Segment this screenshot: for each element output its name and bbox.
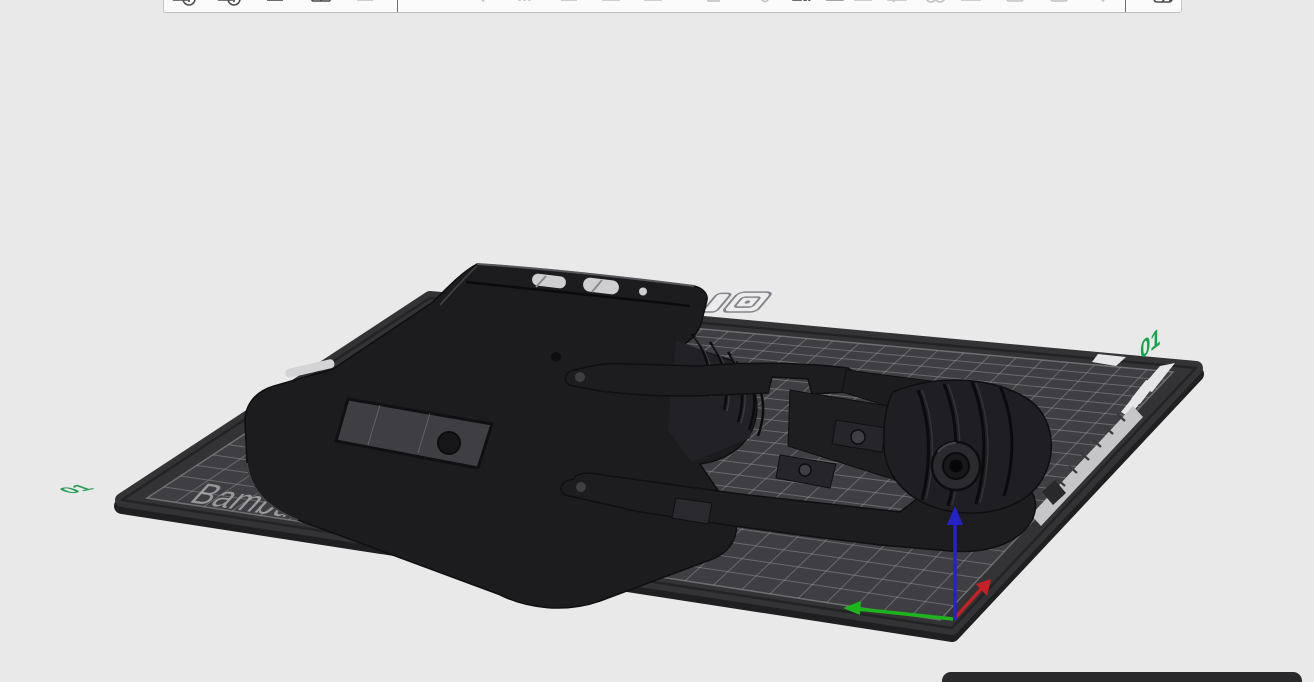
measure-icon[interactable] (1090, 0, 1116, 12)
flatten-icon[interactable] (352, 0, 378, 12)
fuzzy-skin-icon[interactable] (958, 0, 984, 12)
add-plate-icon[interactable] (170, 0, 196, 12)
viewport-3d[interactable]: Bambu Textured PEI Plate 01 01 (0, 0, 1314, 682)
svg-text:a: a (802, 0, 811, 5)
timelapse-icon[interactable] (1002, 0, 1028, 12)
scale-icon[interactable] (512, 0, 538, 12)
move-icon[interactable] (430, 0, 456, 12)
variable-layer-icon[interactable] (1046, 0, 1072, 12)
text-tool-icon[interactable]: a (790, 0, 816, 12)
lay-flat-icon[interactable] (556, 0, 582, 12)
cut-icon[interactable] (598, 0, 624, 12)
toolbar-separator (397, 0, 398, 12)
pattern-icon[interactable] (850, 0, 876, 12)
support-icon[interactable] (700, 0, 726, 12)
plate-number-label-flat: 01 (52, 482, 99, 495)
rotate-icon[interactable] (470, 0, 496, 12)
mesh-edit-icon[interactable] (640, 0, 666, 12)
app-window: { "window": { "background_color": "#e9e9… (0, 0, 1314, 682)
assembly-view-icon[interactable] (1150, 0, 1176, 12)
hatch-paint-icon[interactable] (822, 0, 848, 12)
toolbar-separator (1125, 0, 1126, 12)
split-icon[interactable] (884, 0, 910, 12)
arrange-icon[interactable] (308, 0, 334, 12)
model-phone-case[interactable] (244, 263, 765, 609)
add-object-icon[interactable] (215, 0, 241, 12)
auto-orient-icon[interactable] (262, 0, 288, 12)
link-parts-icon[interactable] (922, 0, 948, 12)
seam-icon[interactable] (745, 0, 771, 12)
main-toolbar: a (163, 0, 1182, 13)
bottom-panel-edge[interactable] (942, 672, 1302, 682)
